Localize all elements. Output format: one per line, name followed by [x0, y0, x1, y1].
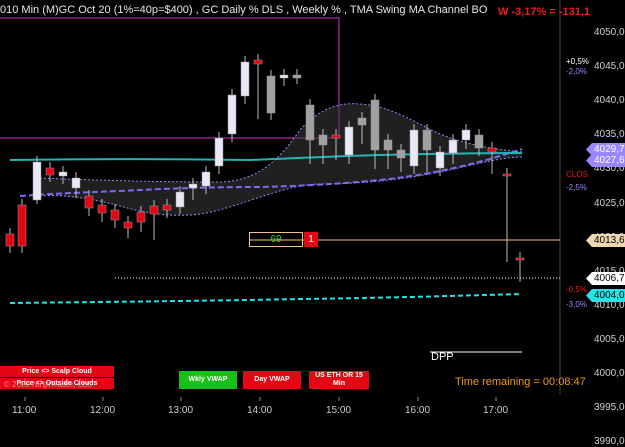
time-tick-label: 13:00 — [168, 405, 194, 416]
candle-body — [344, 126, 354, 156]
candle-body — [370, 99, 380, 151]
wkly-vwap-button[interactable]: Wkly VWAP — [179, 371, 237, 389]
candle-body — [214, 137, 224, 167]
candle-body — [149, 205, 159, 215]
candle-body — [461, 129, 471, 141]
percent-label: -0,5% — [566, 285, 587, 294]
percent-label: -2,0% — [566, 67, 587, 76]
price-tag: 4006,7 — [586, 272, 625, 285]
candle-body — [318, 134, 328, 146]
time-tick-label: 12:00 — [90, 405, 116, 416]
candle-body — [279, 74, 289, 79]
candle-body — [188, 183, 198, 189]
price-tag: 4027,6 — [586, 154, 625, 167]
price-tick-label: 4045,0 — [594, 61, 625, 73]
candle-body — [58, 171, 68, 177]
time-tick-label: 15:00 — [326, 405, 352, 416]
candle-body — [45, 167, 55, 176]
candle-body — [331, 134, 341, 139]
vwap-line — [9, 293, 523, 304]
price-tick-label: 4040,0 — [594, 95, 625, 107]
candle-body — [448, 139, 458, 154]
percent-label: -3,0% — [566, 300, 587, 309]
pnl-readout: W -3,17% = -131,1 — [498, 6, 591, 18]
price-tick-label: 4050,0 — [594, 27, 625, 38]
candle-body — [383, 139, 393, 151]
candle-body — [84, 195, 94, 209]
price-tick-label: 3990,0 — [594, 436, 625, 447]
dpp-label: DPP — [431, 351, 454, 363]
candle-body — [175, 191, 185, 208]
time-tick-label: 14:00 — [247, 405, 273, 416]
candle-body — [305, 104, 315, 141]
percent-label: CLOS — [566, 170, 588, 179]
candle-body — [396, 149, 406, 159]
candle-body — [487, 147, 497, 153]
chart-title: 010 Min (M)GC Oct 20 (1%=40p=$400) , GC … — [0, 4, 488, 16]
candle-body — [266, 75, 276, 114]
price-tick-label: 4000,0 — [594, 368, 625, 379]
candle-body — [162, 204, 172, 211]
candle-body — [17, 204, 27, 247]
order-quantity-box[interactable]: 69 — [249, 232, 303, 247]
candle-body — [32, 161, 42, 201]
order-count-box[interactable]: 1 — [304, 232, 318, 247]
candle-body — [502, 173, 512, 177]
price-chart[interactable] — [0, 0, 625, 419]
copyright-text: © 2020 NinjaTrader, LLC — [4, 380, 93, 389]
candle-body — [136, 211, 146, 223]
candle-body — [357, 117, 367, 126]
candle-body — [474, 134, 484, 149]
us-eth-button[interactable]: US ETH OR 15 Min — [309, 371, 369, 389]
price-tag: 4013,6 — [586, 234, 625, 247]
candle-body — [97, 204, 107, 214]
price-tick-label: 3995,0 — [594, 402, 625, 414]
time-tick-label: 11:00 — [12, 405, 37, 416]
candle-body — [515, 257, 525, 261]
candle-body — [201, 171, 211, 187]
price-tick-label: 4025,0 — [594, 197, 625, 209]
price-tick-label: 4005,0 — [594, 333, 625, 345]
candle-body — [110, 209, 120, 221]
candle-body — [435, 151, 445, 169]
candle-body — [253, 59, 263, 65]
time-remaining: Time remaining = 00:08:47 — [455, 376, 586, 388]
candle-body — [123, 221, 133, 229]
time-tick-label: 17:00 — [483, 405, 509, 416]
candle-body — [5, 233, 15, 247]
day-vwap-button[interactable]: Day VWAP — [243, 371, 301, 389]
candle-body — [292, 74, 302, 79]
time-tick-label: 16:00 — [405, 405, 431, 416]
candle-body — [240, 61, 250, 97]
candle-body — [422, 129, 432, 151]
percent-label: +0,5% — [566, 57, 589, 66]
price-tag: 4004,0 — [586, 289, 625, 302]
candle-body — [71, 177, 81, 189]
scalp-cloud-button[interactable]: Price <> Scalp Cloud — [0, 366, 114, 377]
candle-body — [409, 129, 419, 167]
candle-body — [227, 94, 237, 135]
percent-label: -2,5% — [566, 183, 587, 192]
price-tick-label: 4035,0 — [594, 129, 625, 141]
